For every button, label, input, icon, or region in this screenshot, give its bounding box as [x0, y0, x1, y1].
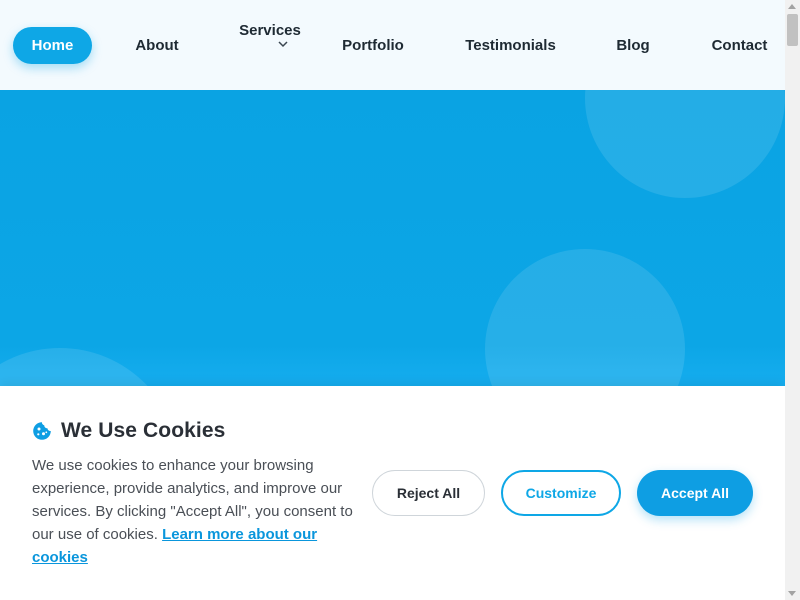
- nav-portfolio-link[interactable]: Portfolio: [333, 0, 413, 90]
- cookie-description: We use cookies to enhance your browsing …: [32, 454, 354, 569]
- scroll-thumb[interactable]: [787, 14, 798, 46]
- cookie-title-row: We Use Cookies: [32, 419, 225, 443]
- top-navigation: Home About Services Portfolio Testimonia…: [0, 0, 785, 90]
- cookie-icon: [33, 422, 51, 440]
- hero-decor-circle: [585, 90, 785, 198]
- hero-section: [0, 90, 785, 390]
- chevron-down-icon: [277, 41, 288, 48]
- hero-decor-circle: [485, 249, 685, 390]
- nav-contact-link[interactable]: Contact: [707, 0, 772, 90]
- hero-decor-circle: [0, 348, 180, 390]
- nav-services-label: Services: [239, 22, 301, 39]
- page: Home About Services Portfolio Testimonia…: [0, 0, 800, 600]
- accept-all-button[interactable]: Accept All: [637, 470, 753, 516]
- vertical-scrollbar[interactable]: [785, 0, 800, 600]
- cookie-consent-banner: We Use Cookies We use cookies to enhance…: [0, 386, 785, 600]
- customize-button[interactable]: Customize: [501, 470, 621, 516]
- nav-blog-link[interactable]: Blog: [612, 0, 654, 90]
- nav-about-link[interactable]: About: [122, 0, 192, 90]
- cookie-title: We Use Cookies: [61, 419, 226, 442]
- reject-all-button[interactable]: Reject All: [372, 470, 485, 516]
- nav-services-dropdown[interactable]: Services: [228, 22, 312, 56]
- scroll-down-arrow-icon[interactable]: [788, 591, 796, 596]
- scroll-up-arrow-icon[interactable]: [788, 4, 796, 9]
- nav-testimonials-link[interactable]: Testimonials: [460, 0, 561, 90]
- nav-home-button[interactable]: Home: [13, 27, 92, 64]
